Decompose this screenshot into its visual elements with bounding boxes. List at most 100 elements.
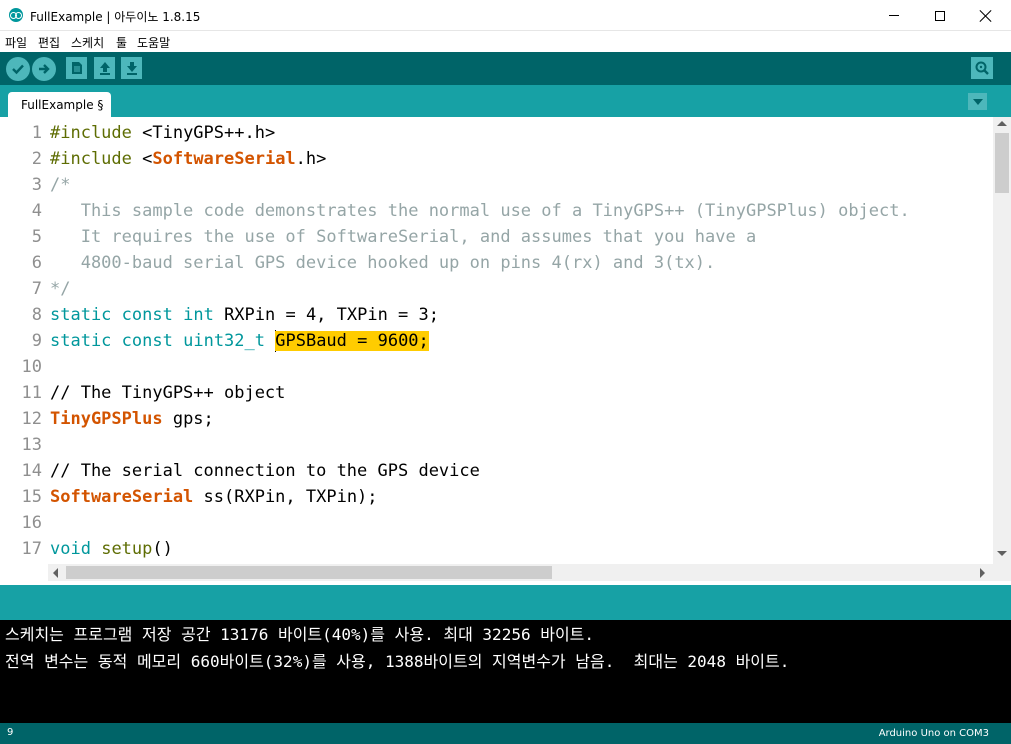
new-button[interactable] — [66, 57, 87, 79]
menu-edit[interactable]: 편집 — [38, 34, 60, 51]
code-token: ss(RXPin, TXPin); — [193, 487, 378, 507]
footer-bar: 9 Arduino Uno on COM3 — [0, 723, 1011, 744]
maximize-button[interactable] — [917, 0, 963, 31]
serial-monitor-button[interactable] — [971, 57, 993, 79]
code-token: It requires the use of SoftwareSerial, a… — [50, 227, 757, 247]
menu-tools[interactable]: 툴 — [116, 34, 127, 51]
code-token: gps; — [162, 409, 214, 429]
tab-menu-button[interactable] — [968, 93, 987, 110]
line-number: 15 — [21, 487, 42, 507]
upload-icon — [39, 64, 50, 74]
code-token: const — [121, 305, 173, 325]
tab-fullexample[interactable]: FullExample § — [8, 92, 112, 117]
line-number: 17 — [21, 539, 42, 559]
line-number: 16 — [21, 513, 42, 533]
chevron-down-icon — [972, 98, 983, 105]
code-line[interactable]: 4800-baud serial GPS device hooked up on… — [50, 250, 716, 276]
code-token: .h> — [295, 149, 327, 169]
save-button[interactable] — [121, 57, 142, 79]
console-line: 전역 변수는 동적 메모리 660바이트(32%)를 사용, 1388바이트의 … — [5, 652, 790, 671]
code-token: TinyGPSPlus — [50, 409, 163, 429]
code-line[interactable]: SoftwareSerial ss(RXPin, TXPin); — [50, 484, 378, 510]
code-token: const — [121, 331, 173, 351]
new-icon — [71, 62, 82, 74]
highlighted-token: GPSBaud = 9600; — [275, 331, 429, 351]
code-line[interactable]: It requires the use of SoftwareSerial, a… — [50, 224, 757, 250]
code-line[interactable]: // The serial connection to the GPS devi… — [50, 458, 480, 484]
line-number: 13 — [21, 435, 42, 455]
open-icon — [99, 62, 110, 75]
arduino-logo-icon — [9, 8, 23, 22]
code-line[interactable]: TinyGPSPlus gps; — [50, 406, 214, 432]
code-token: static — [50, 331, 112, 351]
line-number: 5 — [31, 227, 42, 247]
code-line[interactable]: This sample code demonstrates the normal… — [50, 198, 910, 224]
code-line[interactable]: static const int RXPin = 4, TXPin = 3; — [50, 302, 439, 328]
menu-file[interactable]: 파일 — [5, 34, 27, 51]
line-number: 12 — [21, 409, 42, 429]
gutter-spacer — [0, 564, 48, 581]
horizontal-scroll-thumb[interactable] — [66, 566, 552, 579]
line-number: 14 — [21, 461, 42, 481]
scroll-left-icon[interactable] — [53, 568, 58, 578]
code-token: SoftwareSerial — [50, 487, 194, 507]
line-number: 7 — [31, 279, 42, 299]
scroll-up-icon[interactable] — [997, 121, 1007, 126]
code-token: static — [50, 305, 112, 325]
code-token: RXPin = 4, TXPin = 3; — [213, 305, 439, 325]
minimize-icon — [889, 15, 899, 16]
line-number: 8 — [31, 305, 42, 325]
code-token: */ — [50, 279, 71, 299]
board-port-label: Arduino Uno on COM3 — [878, 728, 989, 739]
scroll-right-icon[interactable] — [980, 568, 985, 578]
code-token: uint32_t — [183, 331, 265, 351]
line-number: 2 — [31, 149, 42, 169]
minimize-button[interactable] — [871, 0, 917, 31]
menu-sketch[interactable]: 스케치 — [71, 34, 104, 51]
close-icon — [980, 10, 992, 22]
verify-button[interactable] — [6, 57, 30, 81]
line-number-gutter: 1 2 3 4 5 6 7 8 9 10 11 12 13 14 15 16 17 — [0, 117, 48, 564]
code-line[interactable]: static const uint32_t GPSBaud = 9600; — [50, 328, 429, 354]
line-number: 6 — [31, 253, 42, 273]
tab-bar: FullExample § — [0, 85, 1011, 117]
code-line[interactable]: #include <TinyGPS++.h> — [50, 120, 275, 146]
code-token: int — [183, 305, 214, 325]
verify-icon — [12, 64, 24, 75]
code-line[interactable]: */ — [50, 276, 70, 302]
upload-button[interactable] — [32, 57, 56, 81]
code-line[interactable]: /* — [50, 172, 70, 198]
vertical-scrollbar[interactable] — [993, 117, 1011, 564]
code-editor[interactable]: 1 2 3 4 5 6 7 8 9 10 11 12 13 14 15 16 17 #include <Tiny… — [0, 117, 993, 564]
open-button[interactable] — [94, 57, 115, 79]
code-token: /* — [50, 175, 71, 195]
scroll-down-icon[interactable] — [997, 551, 1007, 556]
line-number: 10 — [21, 357, 42, 377]
code-token: 4800-baud serial GPS device hooked up on… — [50, 253, 716, 273]
line-number: 11 — [21, 383, 42, 403]
close-button[interactable] — [963, 0, 1009, 31]
code-token: void — [50, 539, 91, 559]
title-bar: FullExample | 아두이노 1.8.15 — [0, 0, 1011, 31]
serial-monitor-icon — [975, 61, 989, 75]
code-token: setup — [101, 539, 153, 559]
console-output: 스케치는 프로그램 저장 공간 13176 바이트(40%)를 사용. 최대 3… — [0, 620, 1011, 723]
code-line[interactable]: void setup() — [50, 536, 173, 562]
horizontal-scrollbar[interactable] — [48, 564, 993, 581]
code-token: SoftwareSerial — [152, 149, 296, 169]
code-line[interactable]: // The TinyGPS++ object — [50, 380, 285, 406]
code-token: // The serial connection to the GPS devi… — [50, 461, 480, 481]
menu-help[interactable]: 도움말 — [137, 34, 170, 51]
line-number: 9 — [31, 331, 42, 351]
current-line-number: 9 — [7, 727, 14, 738]
status-bar — [0, 581, 1011, 620]
code-line[interactable]: #include <SoftwareSerial.h> — [50, 146, 326, 172]
vertical-scroll-thumb[interactable] — [995, 133, 1009, 193]
code-token: #include — [50, 123, 132, 143]
toolbar — [0, 52, 1011, 85]
console-line: 스케치는 프로그램 저장 공간 13176 바이트(40%)를 사용. 최대 3… — [5, 625, 595, 644]
code-token: <TinyGPS++.h> — [131, 123, 276, 143]
